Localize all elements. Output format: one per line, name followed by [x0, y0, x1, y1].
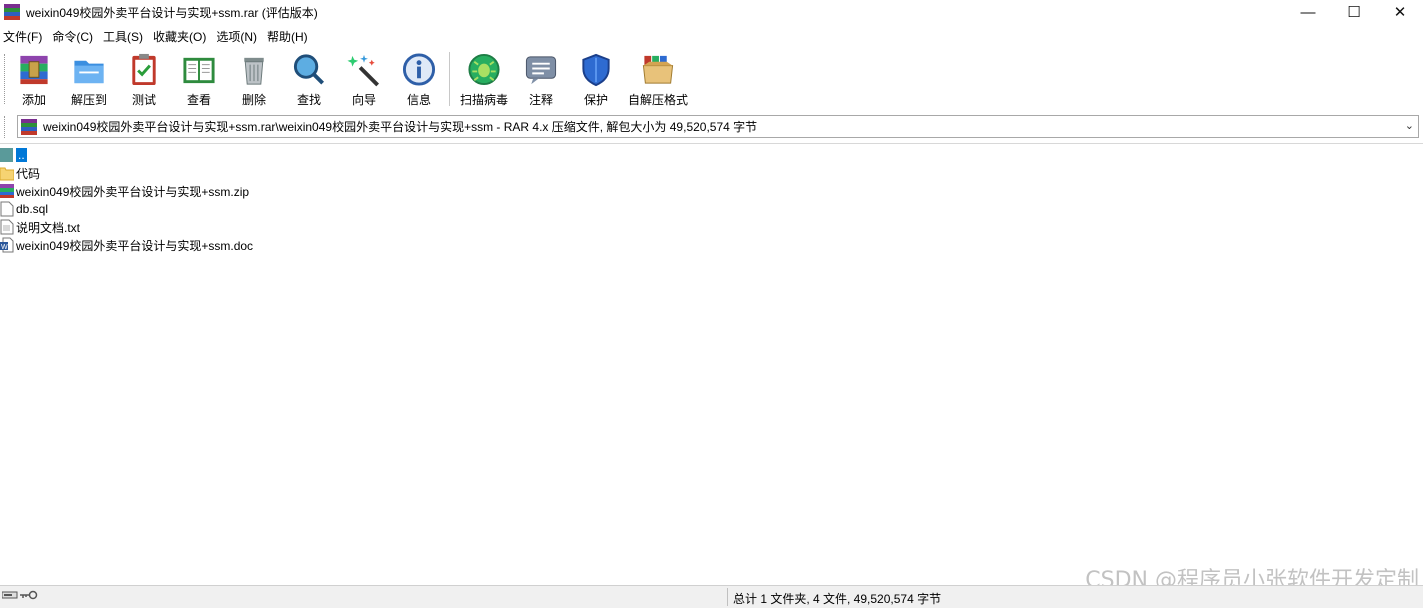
extract-to-label: 解压到 [70, 93, 107, 107]
list-item-parent[interactable]: .. [0, 146, 27, 164]
delete-button[interactable]: 删除 [226, 52, 282, 108]
folder-icon [0, 167, 14, 181]
wizard-button[interactable]: 向导 [336, 52, 392, 108]
winrar-app-icon[interactable] [4, 4, 20, 20]
info-icon [402, 53, 436, 86]
status-icons [2, 590, 38, 600]
menu-help[interactable]: 帮助(H) [264, 28, 315, 45]
toolbar: 添加 解压到 测试 查看 删除 查找 向导 信息 扫描病毒 注释 保护 自解压格… [0, 48, 1423, 110]
close-button[interactable]: ✕ [1377, 0, 1423, 24]
add-label: 添加 [21, 93, 46, 107]
menu-favorites[interactable]: 收藏夹(O) [150, 28, 213, 45]
shield-icon [582, 53, 610, 87]
delete-label: 删除 [241, 93, 266, 107]
svg-text:W: W [1, 244, 8, 251]
status-bar: 总计 1 文件夹, 4 文件, 49,520,574 字节 [0, 585, 1423, 608]
view-button[interactable]: 查看 [171, 52, 227, 108]
comment-button[interactable]: 注释 [513, 52, 569, 108]
test-button[interactable]: 测试 [116, 52, 172, 108]
menu-tools[interactable]: 工具(S) [100, 28, 150, 45]
add-button[interactable]: 添加 [6, 52, 62, 108]
address-path: weixin049校园外卖平台设计与实现+ssm.rar\weixin049校园… [43, 120, 758, 134]
window-controls: — ☐ ✕ [1285, 0, 1423, 24]
list-item-folder[interactable]: 代码 [0, 164, 40, 182]
address-grip[interactable] [4, 116, 8, 138]
comment-label: 注释 [528, 93, 553, 107]
protect-button[interactable]: 保护 [568, 52, 624, 108]
find-label: 查找 [296, 93, 321, 107]
window-title: weixin049校园外卖平台设计与实现+ssm.rar (评估版本) [26, 5, 318, 20]
view-label: 查看 [186, 93, 211, 107]
magic-wand-icon [347, 54, 379, 87]
file-name: db.sql [16, 202, 49, 216]
sfx-button[interactable]: 自解压格式 [628, 52, 689, 108]
key-icon[interactable] [20, 590, 38, 600]
file-list[interactable]: .. 代码 weixin049校园外卖平台设计与实现+ssm.zip db.sq… [0, 143, 1423, 584]
find-button[interactable]: 查找 [281, 52, 337, 108]
add-archive-icon [20, 55, 48, 85]
extract-to-button[interactable]: 解压到 [61, 52, 117, 108]
magnifier-icon [293, 54, 324, 85]
toolbar-separator [449, 52, 450, 106]
list-item-zip[interactable]: weixin049校园外卖平台设计与实现+ssm.zip [0, 182, 249, 200]
menu-bar: 文件(F) 命令(C) 工具(S) 收藏夹(O) 选项(N) 帮助(H) [0, 26, 315, 46]
comment-icon [525, 56, 557, 85]
status-summary: 总计 1 文件夹, 4 文件, 49,520,574 字节 [733, 592, 942, 606]
virus-scan-icon [468, 53, 500, 86]
file-name: 说明文档.txt [16, 220, 81, 235]
protect-label: 保护 [583, 93, 608, 107]
menu-options[interactable]: 选项(N) [213, 28, 264, 45]
view-book-icon [183, 57, 215, 84]
address-bar[interactable]: weixin049校园外卖平台设计与实现+ssm.rar\weixin049校园… [17, 115, 1419, 138]
chevron-down-icon[interactable]: ⌄ [1405, 119, 1414, 132]
list-item-sql[interactable]: db.sql [0, 200, 48, 218]
sfx-box-icon [642, 55, 674, 84]
test-label: 测试 [131, 93, 156, 107]
file-name: 代码 [16, 166, 41, 181]
document-icon [0, 201, 14, 217]
archive-icon [21, 118, 37, 135]
info-button[interactable]: 信息 [391, 52, 447, 108]
list-item-txt[interactable]: 说明文档.txt [0, 218, 80, 236]
status-divider [727, 588, 728, 606]
menu-file[interactable]: 文件(F) [0, 28, 49, 45]
file-name: .. [16, 148, 27, 162]
test-clipboard-icon [132, 53, 156, 86]
minimize-button[interactable]: — [1285, 0, 1331, 24]
file-name: weixin049校园外卖平台设计与实现+ssm.doc [16, 238, 254, 253]
title-bar: weixin049校园外卖平台设计与实现+ssm.rar (评估版本) — ☐ … [0, 0, 1423, 24]
menu-commands[interactable]: 命令(C) [49, 28, 100, 45]
wizard-label: 向导 [351, 93, 376, 107]
zip-archive-icon [0, 184, 14, 198]
list-item-doc[interactable]: W weixin049校园外卖平台设计与实现+ssm.doc [0, 236, 253, 254]
word-document-icon: W [0, 237, 14, 253]
scan-virus-button[interactable]: 扫描病毒 [456, 52, 512, 108]
file-name: weixin049校园外卖平台设计与实现+ssm.zip [16, 184, 250, 199]
text-file-icon [0, 219, 14, 235]
scan-virus-label: 扫描病毒 [459, 93, 508, 107]
sfx-label: 自解压格式 [628, 93, 689, 107]
maximize-button[interactable]: ☐ [1331, 0, 1377, 24]
drive-icon[interactable] [2, 590, 18, 600]
parent-folder-icon [0, 148, 13, 162]
info-label: 信息 [406, 93, 431, 107]
extract-folder-icon [74, 60, 104, 84]
trash-icon [244, 57, 264, 85]
